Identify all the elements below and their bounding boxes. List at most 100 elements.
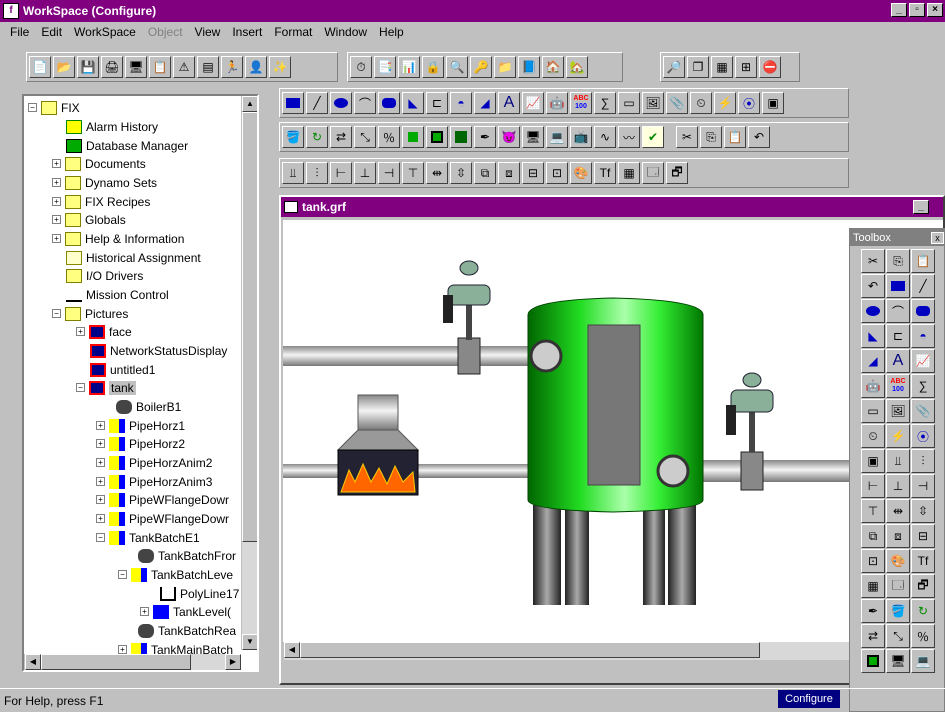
toolbox-close-button[interactable]: x [931, 231, 944, 244]
tree-node-pictures[interactable]: − Pictures [52, 304, 128, 323]
back-icon[interactable]: ⧈ [886, 524, 910, 548]
tree-vertical-scrollbar[interactable]: ▲ ▼ [241, 96, 257, 650]
color-icon[interactable] [402, 126, 424, 148]
align-bottom-icon[interactable]: ⫫ [282, 162, 304, 184]
new-icon[interactable]: 📄 [29, 56, 51, 78]
folder-icon[interactable]: 📁 [494, 56, 516, 78]
grid-icon[interactable]: ▦ [861, 574, 885, 598]
back-icon[interactable]: ⧈ [498, 162, 520, 184]
tree-node-tank[interactable]: − tank [76, 378, 136, 397]
undo-icon[interactable]: ↶ [748, 126, 770, 148]
align-right-icon[interactable]: ⊣ [378, 162, 400, 184]
security-icon[interactable]: 🔒 [422, 56, 444, 78]
grid-icon[interactable]: ▦ [618, 162, 640, 184]
chord-icon[interactable]: ◓ [450, 92, 472, 114]
home-icon[interactable]: 🏠 [542, 56, 564, 78]
text-icon[interactable]: A [886, 349, 910, 373]
copy-icon[interactable]: ⎘ [886, 249, 910, 273]
move-icon[interactable]: ⇄ [861, 624, 885, 648]
menu-edit[interactable]: Edit [39, 25, 70, 39]
help-book-icon[interactable]: 📘 [518, 56, 540, 78]
tree-node[interactable]: + Dynamo Sets [52, 173, 157, 192]
check-icon[interactable]: ✔ [642, 126, 664, 148]
front-icon[interactable]: ⧉ [474, 162, 496, 184]
cascade-icon[interactable]: ❐ [687, 56, 709, 78]
space-h-icon[interactable]: ⇹ [426, 162, 448, 184]
line-icon[interactable]: ╱ [306, 92, 328, 114]
rectangle-icon[interactable] [886, 274, 910, 298]
fill-icon[interactable]: 🪣 [886, 599, 910, 623]
tree-node[interactable]: Mission Control [66, 285, 169, 304]
pie-icon[interactable]: ◣ [402, 92, 424, 114]
tree-node[interactable]: + Globals [52, 210, 126, 229]
wave-icon[interactable]: ∿ [594, 126, 616, 148]
variable-icon[interactable]: ▣ [762, 92, 784, 114]
display2-icon[interactable]: 💻 [911, 649, 935, 673]
paste-icon[interactable]: 📋 [911, 249, 935, 273]
scale-icon[interactable]: ⤡ [354, 126, 376, 148]
tree-node[interactable]: − TankBatchLeve [118, 565, 233, 584]
display3-icon[interactable]: 📺 [570, 126, 592, 148]
variable-icon[interactable]: ▣ [861, 449, 885, 473]
palette-icon[interactable]: 🎨 [886, 549, 910, 573]
arrange-icon[interactable]: ⊞ [735, 56, 757, 78]
chord-icon[interactable]: ◓ [911, 324, 935, 348]
menu-window[interactable]: Window [322, 25, 375, 39]
menu-insert[interactable]: Insert [230, 25, 270, 39]
alarm-summary-icon[interactable]: ⦿ [911, 424, 935, 448]
space-h-icon[interactable]: ⇹ [886, 499, 910, 523]
minimize-button[interactable]: _ [891, 3, 907, 17]
group-icon[interactable]: ⊟ [522, 162, 544, 184]
tree-node[interactable]: + PipeHorz2 [96, 434, 185, 453]
alarm-summary-icon[interactable]: ⦿ [738, 92, 760, 114]
datalink-icon[interactable]: ABC 100 [886, 374, 910, 398]
robot-icon[interactable]: 🤖 [546, 92, 568, 114]
space-v-icon[interactable]: ⇳ [450, 162, 472, 184]
rounded-rect-icon[interactable] [911, 299, 935, 323]
tree-node[interactable]: + PipeWFlangeDowr [96, 509, 229, 528]
line-icon[interactable]: ╱ [911, 274, 935, 298]
scroll-right-icon[interactable]: ▶ [225, 654, 241, 670]
percent-icon[interactable]: ％ [378, 126, 400, 148]
datalink-icon[interactable]: ABC 100 [570, 92, 592, 114]
edge-icon[interactable] [450, 126, 472, 148]
tree-node-root[interactable]: − FIX [28, 98, 80, 117]
tile-icon[interactable]: ▦ [711, 56, 733, 78]
timer-icon[interactable]: ⏲ [861, 424, 885, 448]
rotate-icon[interactable]: ↻ [911, 599, 935, 623]
align-bottom-icon[interactable]: ⫫ [886, 449, 910, 473]
display-icon[interactable]: 🖥 [522, 126, 544, 148]
report-icon[interactable]: 📑 [374, 56, 396, 78]
paste-icon[interactable]: 📋 [724, 126, 746, 148]
align-left-icon[interactable]: ⊢ [330, 162, 352, 184]
arc-icon[interactable]: ⌒ [886, 299, 910, 323]
tree-node[interactable]: + PipeHorzAnim3 [96, 472, 212, 491]
wand-icon[interactable]: ✨ [269, 56, 291, 78]
tree-node[interactable]: + FIX Recipes [52, 192, 150, 211]
scroll-left-icon[interactable]: ◀ [284, 642, 300, 658]
display-icon[interactable]: 🖥 [886, 649, 910, 673]
tree-node[interactable]: BoilerB1 [116, 397, 181, 416]
close-button[interactable]: × [927, 3, 943, 17]
rectangle-icon[interactable] [282, 92, 304, 114]
window2-icon[interactable]: 🗗 [911, 574, 935, 598]
face-icon[interactable]: 😈 [498, 126, 520, 148]
recipe-icon[interactable]: 📊 [398, 56, 420, 78]
open-icon[interactable]: 📂 [53, 56, 75, 78]
expression-icon[interactable]: ∑ [594, 92, 616, 114]
monitor-icon[interactable]: 🖥 [125, 56, 147, 78]
tank-graphic[interactable] [283, 220, 943, 660]
align-top-icon[interactable]: ⊤ [402, 162, 424, 184]
menu-view[interactable]: View [193, 25, 229, 39]
pen-icon[interactable]: ✒ [861, 599, 885, 623]
move-icon[interactable]: ⇄ [330, 126, 352, 148]
pen-icon[interactable]: ✒ [474, 126, 496, 148]
cut-icon[interactable]: ✂ [861, 249, 885, 273]
canvas-horizontal-scrollbar[interactable]: ◀ [283, 642, 943, 660]
menu-workspace[interactable]: WorkSpace [72, 25, 144, 39]
tree-node[interactable]: Historical Assignment [66, 248, 201, 267]
variables-icon[interactable]: Tf [911, 549, 935, 573]
align-right-icon[interactable]: ⊣ [911, 474, 935, 498]
tree-node[interactable]: Alarm History [66, 117, 158, 136]
polygon-icon[interactable]: ◢ [861, 349, 885, 373]
